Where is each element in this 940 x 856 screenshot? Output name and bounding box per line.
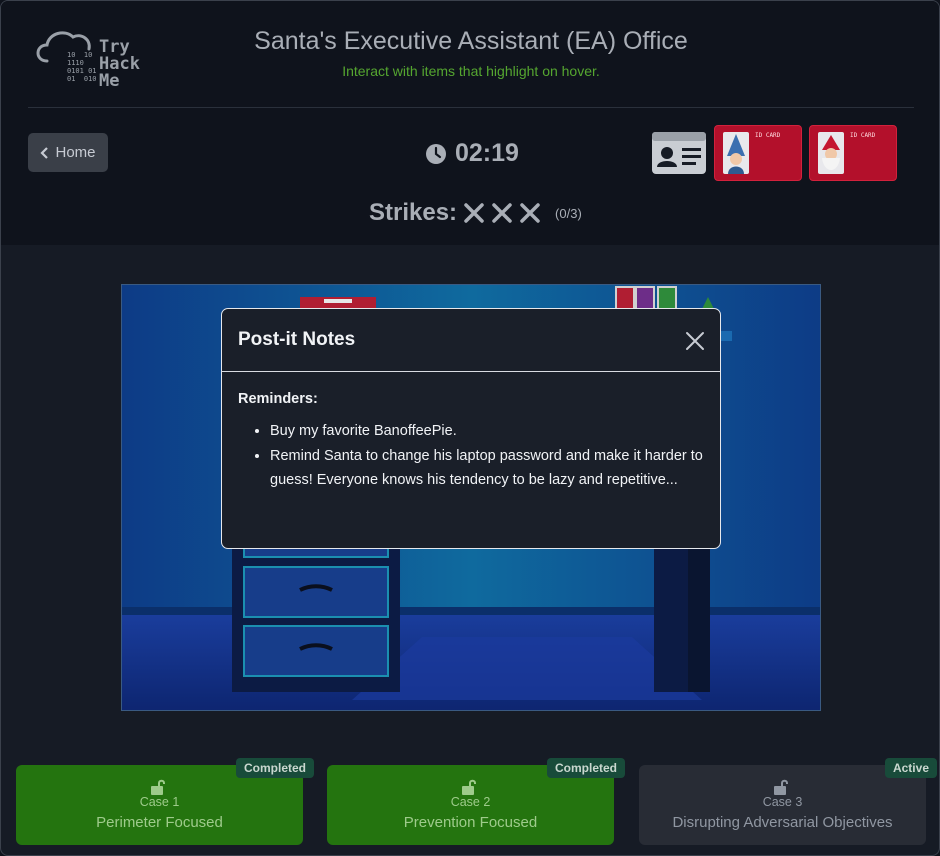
page-subtitle: Interact with items that highlight on ho…: [342, 63, 600, 79]
id-card-title: ID CARD: [850, 132, 876, 139]
case-1-card[interactable]: Completed Case 1 Perimeter Focused: [16, 758, 314, 845]
case-name: Disrupting Adversarial Objectives: [672, 814, 893, 831]
unlock-icon: [774, 779, 788, 795]
elf-portrait-icon: [723, 132, 749, 174]
home-button[interactable]: Home: [28, 133, 108, 172]
modal-title: Post-it Notes: [238, 329, 356, 350]
unlock-icon: [151, 779, 165, 795]
chevron-left-icon: [40, 146, 49, 159]
id-card-elf[interactable]: ID CARD: [714, 125, 802, 181]
list-item: Remind Santa to change his laptop passwo…: [270, 444, 704, 493]
header-divider: [28, 107, 914, 108]
reminders-list: Buy my favorite BanoffeePie. Remind Sant…: [238, 419, 704, 493]
timer-value: 02:19: [455, 139, 519, 167]
id-card-santa[interactable]: ID CARD: [809, 125, 897, 181]
case-name: Perimeter Focused: [96, 814, 223, 831]
case-number: Case 1: [139, 795, 180, 809]
strikes-label: Strikes:: [369, 199, 458, 226]
strike-x-icons: [464, 203, 540, 223]
status-badge: Completed: [235, 758, 314, 778]
app-frame: 10 10 1110 0101 01 01 010 Try Hack Me Santa…: [0, 0, 940, 856]
strikes: Strikes: (0/3): [369, 199, 582, 227]
id-card-inventory-icon[interactable]: [651, 131, 707, 175]
santa-portrait-icon: [818, 132, 844, 174]
id-card-title: ID CARD: [755, 132, 781, 139]
list-item: Buy my favorite BanoffeePie.: [270, 419, 704, 444]
home-label: Home: [55, 144, 96, 161]
page-title: Santa's Executive Assistant (EA) Office: [254, 27, 688, 55]
case-3-card[interactable]: Active Case 3 Disrupting Adversarial Obj…: [639, 758, 937, 845]
close-icon: [686, 332, 704, 350]
case-number: Case 2: [450, 795, 491, 809]
unlock-icon: [462, 779, 476, 795]
modal-header: Post-it Notes: [222, 309, 720, 372]
reminders-heading: Reminders:: [238, 391, 318, 407]
case-number: Case 3: [762, 795, 803, 809]
post-it-notes-modal: Post-it Notes Reminders: Buy my favorite…: [221, 308, 721, 549]
status-badge: Active: [884, 758, 937, 778]
timer: 02:19: [425, 139, 519, 168]
strikes-count: (0/3): [555, 205, 582, 221]
close-button[interactable]: [684, 330, 706, 352]
case-name: Prevention Focused: [403, 814, 538, 831]
status-badge: Completed: [546, 758, 625, 778]
modal-body: Reminders: Buy my favorite BanoffeePie. …: [222, 372, 720, 493]
header: 10 10 1110 0101 01 01 010 Try Hack Me Santa…: [1, 1, 939, 245]
clock-icon: [426, 143, 446, 164]
case-2-card[interactable]: Completed Case 2 Prevention Focused: [327, 758, 625, 845]
